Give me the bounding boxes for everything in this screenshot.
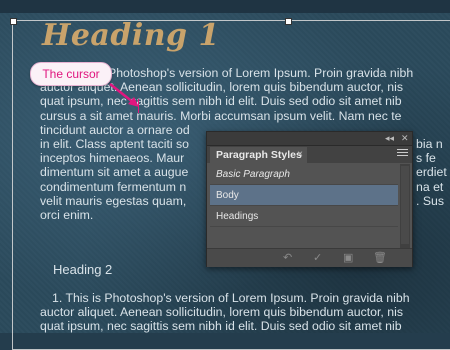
style-item-headings[interactable]: Headings bbox=[210, 206, 398, 227]
clear-overrides-icon[interactable]: ↶ bbox=[283, 251, 292, 265]
scrollbar-thumb[interactable] bbox=[401, 166, 409, 244]
panel-footer: ↶ ✓ ▣ 🗑 bbox=[207, 248, 412, 267]
style-item-body[interactable]: Body bbox=[210, 185, 398, 206]
styles-list: Basic Paragraph Body Headings bbox=[210, 164, 398, 248]
panel-menu-icon[interactable] bbox=[397, 149, 408, 159]
redefine-style-icon[interactable]: ✓ bbox=[313, 251, 322, 265]
new-style-icon[interactable]: ▣ bbox=[343, 251, 353, 265]
panel-title-bar[interactable]: ◂◂ ✕ bbox=[207, 132, 412, 146]
tab-close-icon[interactable]: × bbox=[297, 147, 303, 163]
tab-label: Paragraph Styles bbox=[216, 149, 302, 161]
tab-paragraph-styles[interactable]: Paragraph Styles × bbox=[210, 147, 307, 163]
close-panel-button[interactable]: ✕ bbox=[401, 132, 409, 144]
styles-scrollbar[interactable] bbox=[400, 164, 410, 248]
collapse-panel-button[interactable]: ◂◂ bbox=[385, 132, 394, 144]
panel-tab-row: Paragraph Styles × bbox=[207, 146, 412, 163]
delete-style-icon[interactable]: 🗑 bbox=[373, 251, 387, 265]
style-item-basic-paragraph[interactable]: Basic Paragraph bbox=[210, 164, 398, 185]
paragraph-styles-panel[interactable]: ◂◂ ✕ Paragraph Styles × Basic Paragraph … bbox=[206, 131, 413, 267]
